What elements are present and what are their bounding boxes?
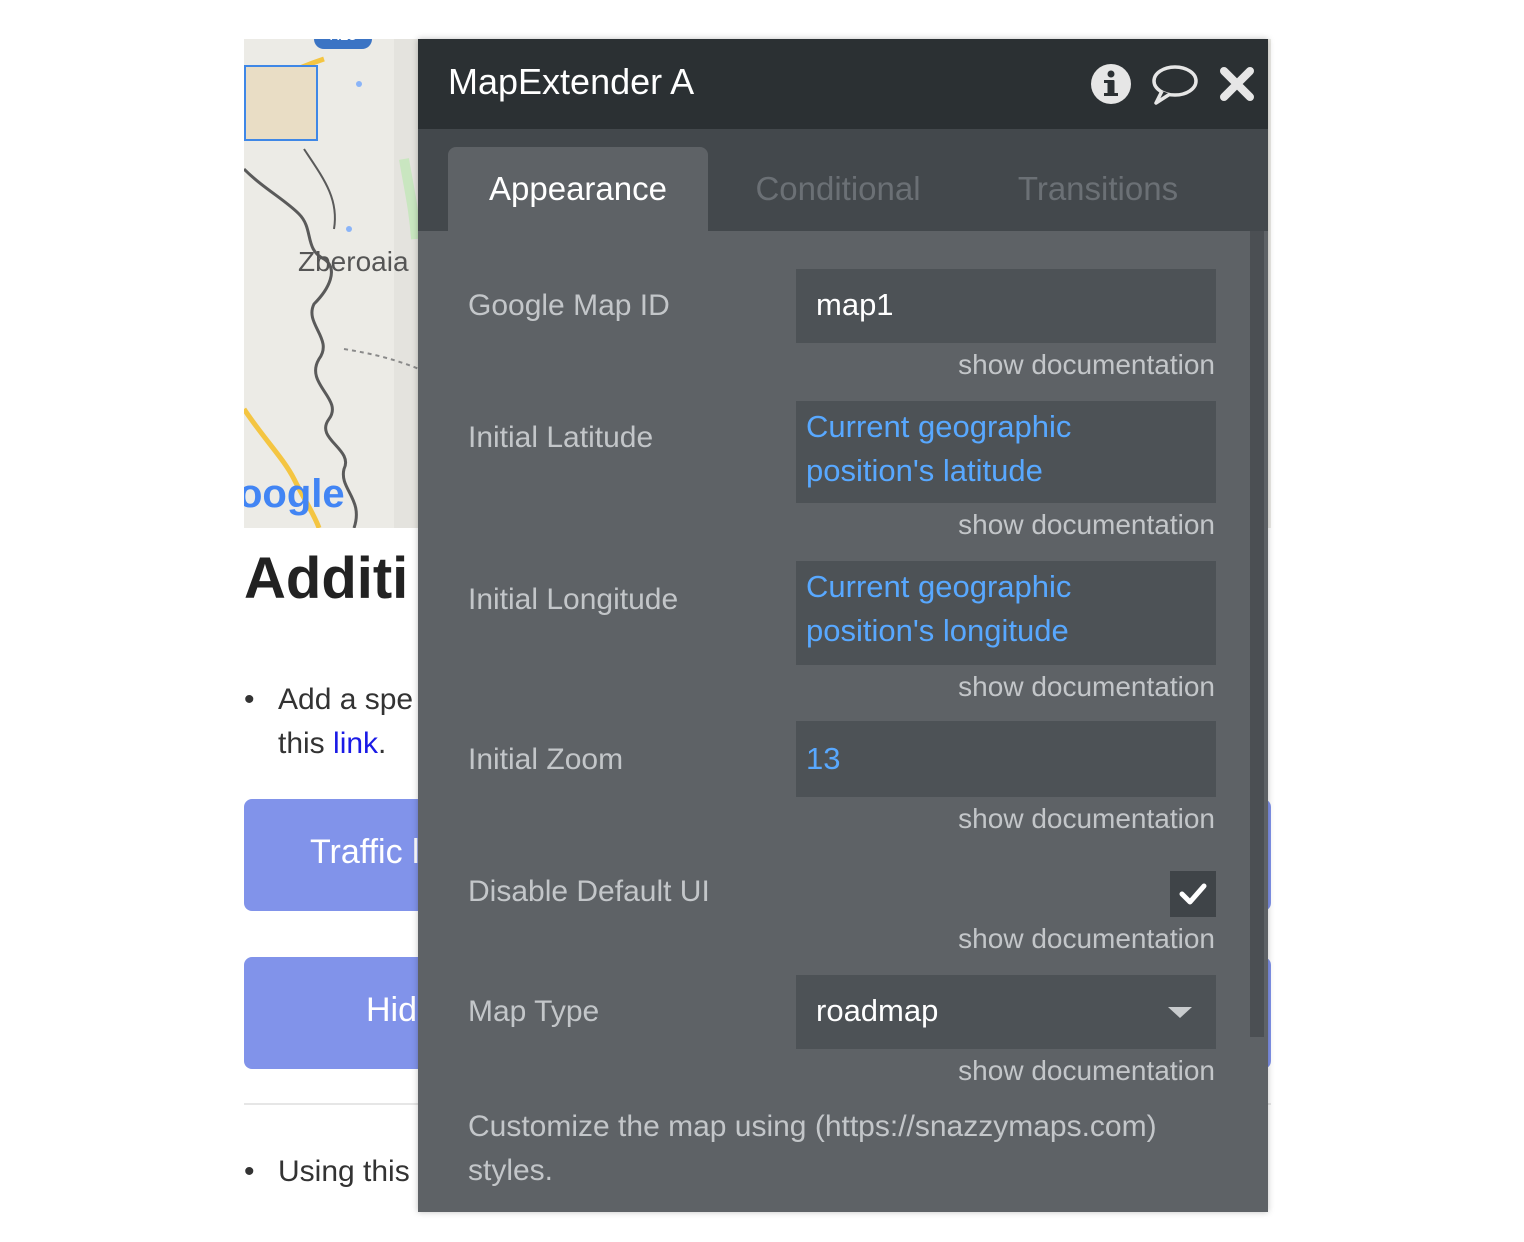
- map-id-show-documentation[interactable]: show documentation: [958, 349, 1215, 381]
- doc-link[interactable]: link: [333, 727, 378, 760]
- longitude-show-documentation[interactable]: show documentation: [958, 671, 1215, 703]
- list-item-text: this link.: [278, 722, 386, 766]
- disable-ui-checkbox[interactable]: [1170, 871, 1216, 917]
- latitude-value-line1: Current geographic: [806, 409, 1072, 444]
- comment-icon[interactable]: [1150, 63, 1198, 105]
- list-item-text: Add a spe: [278, 683, 414, 716]
- property-editor-panel: MapExtender A Appearance Conditional Tra…: [418, 39, 1268, 1212]
- panel-scrollbar[interactable]: [1250, 231, 1264, 1037]
- chevron-down-icon: [1168, 1007, 1192, 1018]
- tab-conditional[interactable]: Conditional: [738, 147, 938, 231]
- disable-ui-label: Disable Default UI: [468, 875, 710, 908]
- map-type-dropdown[interactable]: roadmap: [796, 975, 1216, 1049]
- hide-button-label: Hid: [366, 991, 418, 1029]
- google-logo: oogle: [244, 472, 345, 516]
- zoom-input[interactable]: 13: [796, 721, 1216, 797]
- map-id-input[interactable]: map1: [796, 269, 1216, 343]
- zoom-show-documentation[interactable]: show documentation: [958, 803, 1215, 835]
- disable-ui-show-documentation[interactable]: show documentation: [958, 923, 1215, 955]
- map-type-label: Map Type: [468, 995, 600, 1028]
- traffic-button-label: Traffic l: [310, 833, 420, 871]
- map-id-label: Google Map ID: [468, 289, 670, 322]
- latitude-show-documentation[interactable]: show documentation: [958, 509, 1215, 541]
- close-icon[interactable]: [1218, 63, 1256, 105]
- zoom-label: Initial Zoom: [468, 743, 624, 776]
- section-heading: Additi: [244, 546, 409, 611]
- info-icon[interactable]: [1090, 63, 1132, 105]
- bullet-icon: •: [244, 1155, 255, 1188]
- map-type-value: roadmap: [816, 993, 939, 1028]
- panel-header[interactable]: MapExtender A: [418, 39, 1268, 129]
- tab-appearance[interactable]: Appearance: [448, 147, 708, 231]
- map-type-show-documentation[interactable]: show documentation: [958, 1055, 1215, 1087]
- latitude-input[interactable]: Current geographic position's latitude: [796, 401, 1216, 503]
- screen: R25 Zberoaia oogle Additi • Add a spe th…: [0, 0, 1524, 1242]
- checkmark-icon: [1179, 883, 1207, 905]
- longitude-value-line1: Current geographic: [806, 569, 1072, 604]
- map-thumbnail[interactable]: [244, 65, 318, 141]
- longitude-value-line2: position's longitude: [806, 613, 1069, 648]
- latitude-label: Initial Latitude: [468, 421, 654, 454]
- map-id-value: map1: [816, 287, 894, 322]
- latitude-value-line2: position's latitude: [806, 453, 1043, 488]
- panel-title: MapExtender A: [448, 61, 695, 102]
- map-town-label: Zberoaia: [298, 246, 409, 277]
- road-badge: R25: [314, 39, 372, 49]
- tab-transitions[interactable]: Transitions: [998, 147, 1198, 231]
- text-prefix: this: [278, 727, 334, 760]
- tab-bar: Appearance Conditional Transitions: [418, 129, 1268, 231]
- longitude-input[interactable]: Current geographic position's longitude: [796, 561, 1216, 665]
- styles-help-text: Customize the map using (https://snazzym…: [468, 1110, 1157, 1187]
- text-suffix: .: [378, 727, 387, 760]
- list-item-text: Using this: [278, 1155, 410, 1188]
- bullet-icon: •: [244, 683, 255, 716]
- longitude-label: Initial Longitude: [468, 583, 679, 616]
- zoom-value: 13: [806, 741, 841, 776]
